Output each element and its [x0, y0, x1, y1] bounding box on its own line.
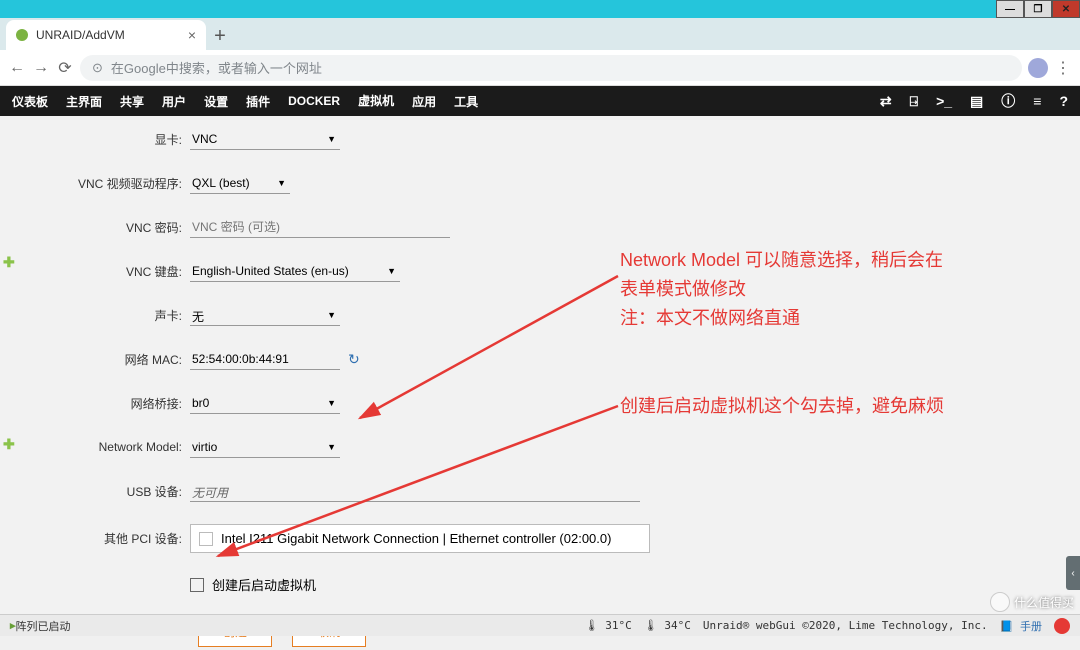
nav-item[interactable]: 虚拟机 [358, 85, 394, 118]
browser-tabstrip: UNRAID/AddVM × + [0, 18, 1080, 50]
address-bar[interactable]: ⊙ 在Google中搜索，或者输入一个网址 [80, 55, 1022, 81]
tab-close-icon[interactable]: × [188, 27, 196, 43]
nav-item[interactable]: 主界面 [66, 86, 102, 117]
profile-avatar[interactable] [1028, 58, 1048, 78]
bridge-select[interactable]: br0 [190, 392, 340, 414]
browser-menu-button[interactable]: ⋮ [1054, 58, 1072, 78]
vnc-driver-select[interactable]: QXL (best) [190, 172, 290, 194]
nav-info-icon[interactable]: ⓘ [1001, 91, 1015, 111]
nav-item[interactable]: 仪表板 [12, 86, 48, 117]
nav-terminal-icon[interactable]: >_ [936, 93, 952, 109]
favicon-icon [16, 29, 28, 41]
watermark: 什么值得买 [990, 592, 1074, 612]
network-model-label: Network Model: [0, 440, 190, 454]
nav-item[interactable]: 设置 [204, 86, 228, 117]
side-handle[interactable]: ‹ [1066, 556, 1080, 590]
refresh-mac-icon[interactable]: ↻ [348, 351, 360, 368]
back-button[interactable]: ← [8, 59, 26, 77]
nav-help-icon[interactable]: ? [1059, 93, 1068, 109]
pci-checkbox[interactable] [199, 532, 213, 546]
nav-item[interactable]: 应用 [412, 86, 436, 117]
add-row-icon[interactable]: ✚ [3, 254, 15, 271]
usb-value: 无可用 [190, 480, 640, 502]
unraid-logo-icon [1054, 618, 1070, 634]
pci-device-text: Intel I211 Gigabit Network Connection | … [221, 531, 611, 546]
vnc-driver-label: VNC 视频驱动程序: [0, 175, 190, 192]
manual-link[interactable]: 📘 手册 [1000, 618, 1042, 634]
nav-item[interactable]: DOCKER [288, 87, 340, 115]
sound-select[interactable]: 无 [190, 304, 340, 326]
pci-device-row[interactable]: Intel I211 Gigabit Network Connection | … [190, 524, 650, 553]
browser-tab[interactable]: UNRAID/AddVM × [6, 20, 206, 50]
vm-form-page: ✚ ✚ 显卡: VNC ▼ VNC 视频驱动程序: QXL (best) ▼ V… [0, 116, 1080, 636]
usb-label: USB 设备: [0, 483, 190, 500]
annotation-network-model: Network Model 可以随意选择，稍后会在 表单模式做修改 注：本文不做… [620, 246, 943, 332]
nav-log-icon[interactable]: ≡ [1033, 93, 1041, 109]
nav-logout-icon[interactable]: ⍈ [910, 93, 918, 110]
sound-label: 声卡: [0, 307, 190, 324]
reload-button[interactable]: ⟳ [56, 58, 74, 78]
nav-item[interactable]: 用户 [162, 86, 186, 117]
temp1: 🌡 31°C [585, 619, 632, 632]
copyright: Unraid® webGui ©2020, Lime Technology, I… [703, 619, 988, 632]
nav-routes-icon[interactable]: ⇄ [880, 93, 892, 110]
gpu-select[interactable]: VNC [190, 128, 340, 150]
nav-item[interactable]: 插件 [246, 86, 270, 117]
autostart-label: 创建后启动虚拟机 [212, 575, 316, 594]
array-status-text: 阵列已启动 [16, 618, 71, 634]
nav-item[interactable]: 工具 [454, 86, 478, 117]
pci-label: 其他 PCI 设备: [0, 530, 190, 547]
tab-title: UNRAID/AddVM [36, 28, 125, 42]
window-titlebar: — ❐ ✕ [0, 0, 1080, 18]
window-close-button[interactable]: ✕ [1052, 0, 1080, 18]
new-tab-button[interactable]: + [206, 22, 234, 50]
annotation-autostart: 创建后启动虚拟机这个勾去掉，避免麻烦 [620, 392, 944, 421]
vnc-keyboard-label: VNC 键盘: [0, 263, 190, 280]
bridge-label: 网络桥接: [0, 395, 190, 412]
nav-feedback-icon[interactable]: ▤ [970, 93, 983, 110]
vnc-keyboard-select[interactable]: English-United States (en-us) [190, 260, 400, 282]
add-row-icon[interactable]: ✚ [3, 436, 15, 453]
window-maximize-button[interactable]: ❐ [1024, 0, 1052, 18]
network-model-select[interactable]: virtio [190, 436, 340, 458]
forward-button[interactable]: → [32, 59, 50, 77]
window-minimize-button[interactable]: — [996, 0, 1024, 18]
browser-toolbar: ← → ⟳ ⊙ 在Google中搜索，或者输入一个网址 ⋮ [0, 50, 1080, 86]
search-icon: ⊙ [92, 60, 103, 76]
gpu-label: 显卡: [0, 131, 190, 148]
vnc-password-input[interactable] [190, 216, 450, 238]
autostart-checkbox[interactable] [190, 578, 204, 592]
vnc-password-label: VNC 密码: [0, 219, 190, 236]
omnibox-placeholder: 在Google中搜索，或者输入一个网址 [111, 58, 322, 77]
status-bar: ▸ 阵列已启动 🌡 31°C 🌡 34°C Unraid® webGui ©20… [0, 614, 1080, 636]
nav-item[interactable]: 共享 [120, 86, 144, 117]
app-navbar: 仪表板主界面共享用户设置插件 DOCKER 虚拟机应用工具 ⇄ ⍈ >_ ▤ ⓘ ≡… [0, 86, 1080, 116]
mac-input[interactable] [190, 348, 340, 370]
mac-label: 网络 MAC: [0, 351, 190, 368]
temp2: 🌡 34°C [644, 619, 691, 632]
